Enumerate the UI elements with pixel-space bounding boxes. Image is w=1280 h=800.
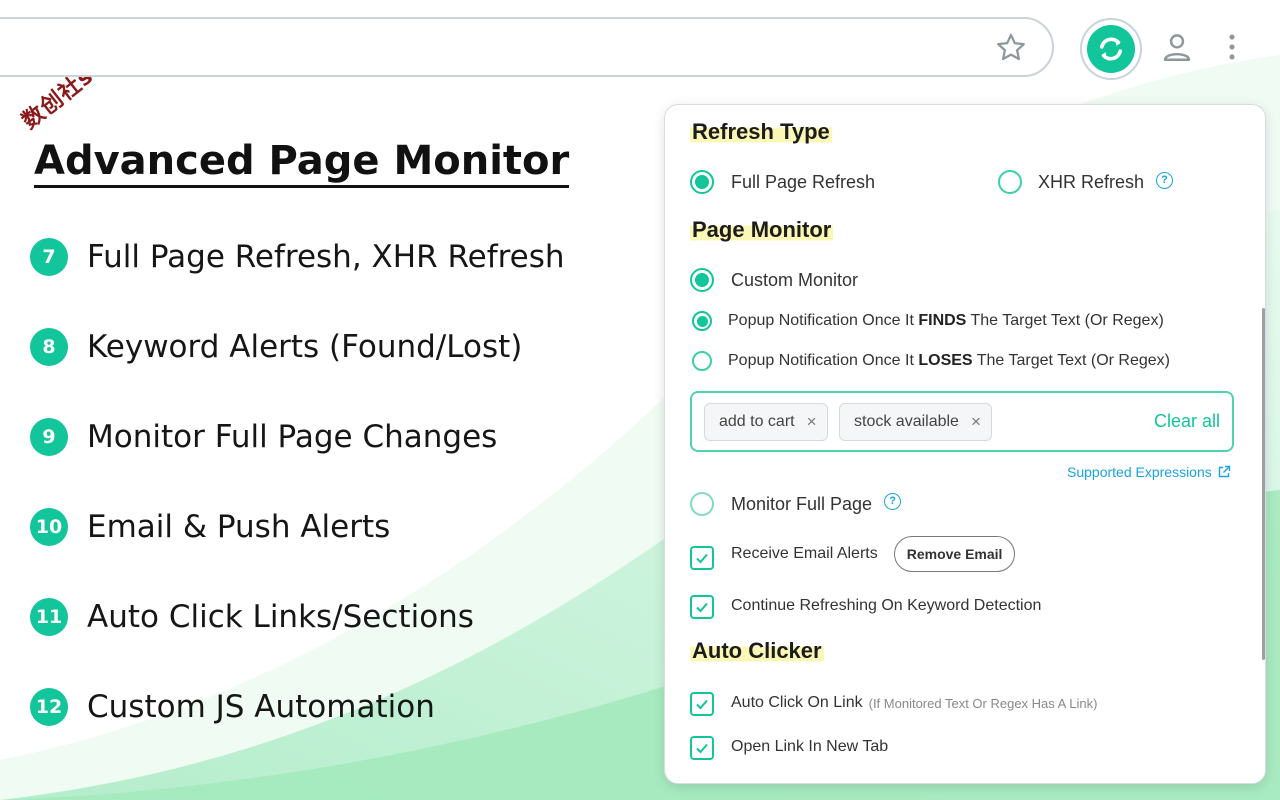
supported-expressions-link[interactable]: Supported Expressions [1067, 464, 1231, 480]
keyword-tag: add to cart × [704, 403, 828, 441]
remove-email-button[interactable]: Remove Email [893, 536, 1016, 572]
external-link-icon [1218, 465, 1230, 478]
remove-tag-icon[interactable]: × [971, 412, 981, 432]
more-vertical-icon[interactable] [1222, 30, 1242, 64]
radio-label: Custom Monitor [731, 269, 859, 290]
checkbox-receive-email[interactable]: Receive Email Alerts Remove Email [690, 536, 1016, 572]
checkbox[interactable] [690, 595, 714, 619]
feature-label: Monitor Full Page Changes [87, 419, 498, 455]
checkbox[interactable] [690, 692, 714, 716]
checkbox-auto-click-link[interactable]: Auto Click On Link (If Monitored Text Or… [690, 690, 1097, 716]
extension-button[interactable] [1080, 18, 1142, 80]
checkmark-icon [696, 743, 708, 754]
feature-item: 8 Keyword Alerts (Found/Lost) [30, 327, 522, 367]
star-icon[interactable] [994, 31, 1028, 65]
link-label: Supported Expressions [1067, 464, 1212, 480]
feature-label: Email & Push Alerts [87, 509, 391, 545]
checkbox[interactable] [690, 736, 714, 760]
radio-xhr-refresh[interactable]: XHR Refresh ? [998, 170, 1174, 194]
tag-label: stock available [854, 413, 959, 430]
checkbox-continue-refreshing[interactable]: Continue Refreshing On Keyword Detection [690, 593, 1041, 619]
feature-number-badge: 12 [30, 688, 68, 726]
radio-button[interactable] [690, 268, 714, 292]
radio-custom-monitor[interactable]: Custom Monitor [690, 268, 858, 292]
panel-scrollbar[interactable] [1262, 308, 1265, 660]
feature-label: Custom JS Automation [87, 689, 435, 725]
checkbox-label: Continue Refreshing On Keyword Detection [731, 597, 1042, 614]
tag-label: add to cart [719, 413, 795, 430]
radio-button[interactable] [692, 351, 712, 371]
remove-tag-icon[interactable]: × [807, 412, 817, 432]
feature-label: Auto Click Links/Sections [87, 599, 474, 635]
feature-label: Keyword Alerts (Found/Lost) [87, 329, 523, 365]
feature-number-badge: 8 [30, 328, 68, 366]
refresh-arrows-icon [1087, 25, 1135, 73]
feature-number-badge: 11 [30, 598, 68, 636]
checkmark-icon [696, 602, 708, 613]
radio-button[interactable] [690, 492, 714, 516]
help-icon[interactable]: ? [1156, 171, 1174, 189]
radio-popup-finds[interactable]: Popup Notification Once It FINDS The Tar… [692, 311, 1164, 331]
feature-item: 10 Email & Push Alerts [30, 507, 390, 547]
feature-number-badge: 10 [30, 508, 68, 546]
checkmark-icon [696, 699, 708, 710]
checkbox-label: Receive Email Alerts [731, 545, 878, 562]
feature-item: 9 Monitor Full Page Changes [30, 417, 497, 457]
checkmark-icon [696, 553, 708, 564]
section-heading-page-monitor: Page Monitor [690, 217, 834, 242]
clear-all-button[interactable]: Clear all [1154, 411, 1220, 432]
help-icon[interactable]: ? [884, 492, 902, 510]
checkbox-open-new-tab[interactable]: Open Link In New Tab [690, 734, 888, 760]
page-title: Advanced Page Monitor [34, 138, 570, 188]
feature-label: Full Page Refresh, XHR Refresh [87, 239, 565, 275]
radio-button[interactable] [998, 170, 1022, 194]
feature-item: 7 Full Page Refresh, XHR Refresh [30, 237, 565, 277]
radio-label: XHR Refresh [1038, 171, 1145, 192]
feature-item: 11 Auto Click Links/Sections [30, 597, 474, 637]
checkbox-label: Auto Click On Link [731, 694, 863, 711]
radio-popup-loses[interactable]: Popup Notification Once It LOSES The Tar… [692, 351, 1170, 371]
checkbox-note: (If Monitored Text Or Regex Has A Link) [868, 695, 1098, 711]
feature-item: 12 Custom JS Automation [30, 687, 435, 727]
user-icon[interactable] [1160, 30, 1194, 64]
keyword-tag-input[interactable]: add to cart × stock available × Clear al… [690, 391, 1234, 452]
address-bar[interactable] [0, 17, 1054, 77]
checkbox-label: Open Link In New Tab [731, 738, 889, 755]
radio-button[interactable] [692, 311, 712, 331]
radio-button[interactable] [690, 170, 714, 194]
section-heading-auto-clicker: Auto Clicker [690, 638, 824, 663]
feature-number-badge: 7 [30, 238, 68, 276]
radio-full-page-refresh[interactable]: Full Page Refresh [690, 170, 875, 194]
keyword-tag: stock available × [839, 403, 992, 441]
checkbox[interactable] [690, 546, 714, 570]
feature-number-badge: 9 [30, 418, 68, 456]
radio-label: Monitor Full Page [731, 493, 873, 514]
radio-label: Full Page Refresh [731, 171, 876, 192]
section-heading-refresh-type: Refresh Type [690, 119, 832, 144]
radio-monitor-full-page[interactable]: Monitor Full Page ? [690, 492, 902, 516]
radio-label: Popup Notification Once It LOSES The Tar… [728, 352, 1170, 369]
radio-label: Popup Notification Once It FINDS The Tar… [728, 312, 1164, 329]
